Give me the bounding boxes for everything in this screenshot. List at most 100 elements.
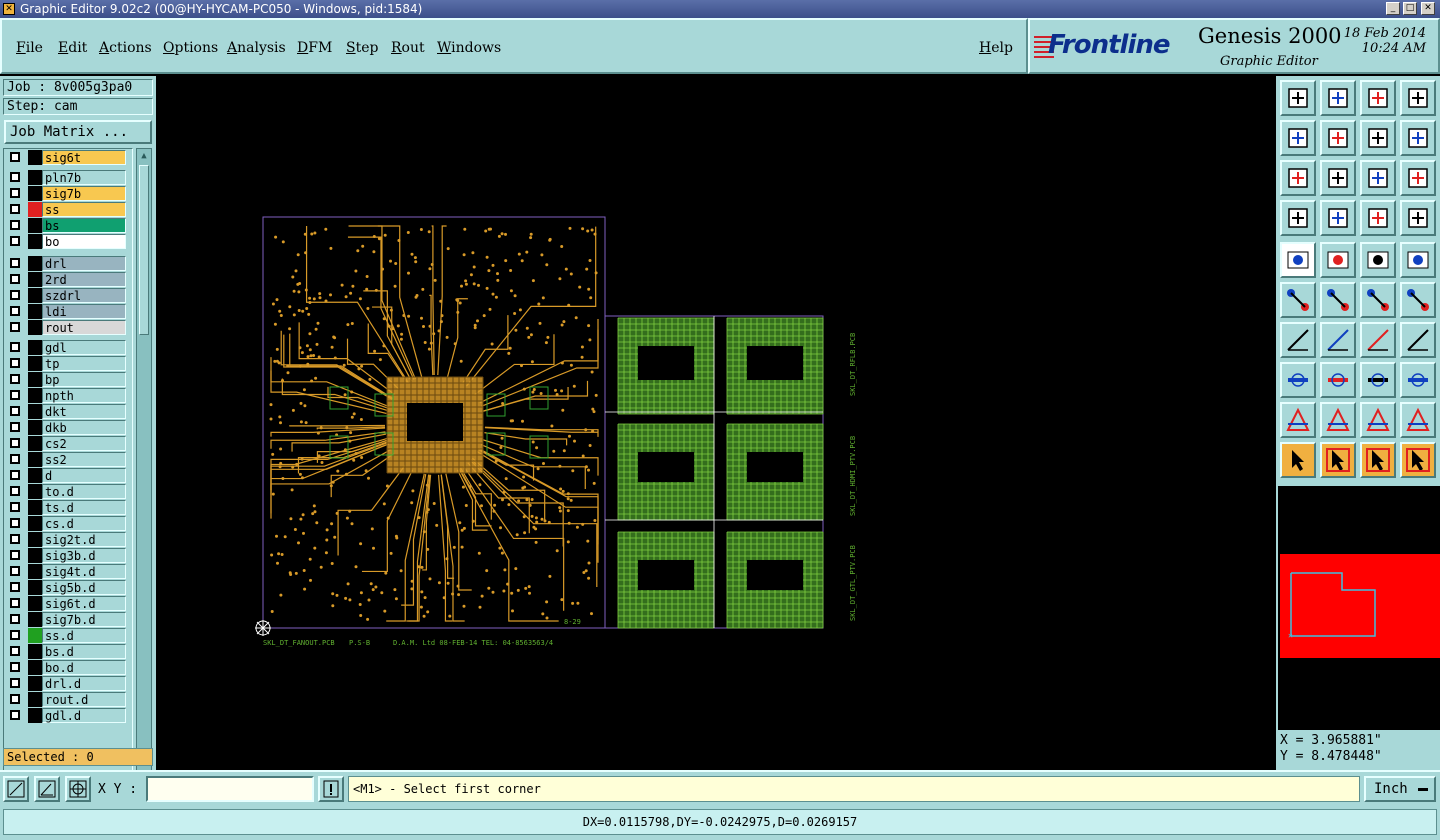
- layer-name[interactable]: bs.d: [42, 644, 126, 659]
- profile-button[interactable]: [1320, 402, 1356, 438]
- layer-color-swatch[interactable]: [28, 356, 42, 371]
- layer-color-swatch[interactable]: [28, 218, 42, 233]
- layer-row-gdl-d[interactable]: gdl.d: [4, 708, 132, 723]
- layer-color-swatch[interactable]: [28, 676, 42, 691]
- add-pad-button[interactable]: [1280, 362, 1316, 398]
- layer-name[interactable]: dkt: [42, 404, 126, 419]
- layer-color-swatch[interactable]: [28, 548, 42, 563]
- layer-name[interactable]: d: [42, 468, 126, 483]
- home-button[interactable]: [1360, 80, 1396, 116]
- graphic-canvas[interactable]: 8-29 SKL_DT_RFLB.PCB SKL_DT_HDMI_PTV.PCB…: [156, 76, 1276, 770]
- scroll-thumb[interactable]: [139, 165, 149, 335]
- layer-color-swatch[interactable]: [28, 516, 42, 531]
- layer-color-swatch[interactable]: [28, 150, 42, 165]
- pcb-drawing[interactable]: 8-29 SKL_DT_RFLB.PCB SKL_DT_HDMI_PTV.PCB…: [156, 76, 1276, 770]
- layer-row-bo-d[interactable]: bo.d: [4, 660, 132, 675]
- layer-checkbox[interactable]: [10, 438, 20, 448]
- layer-checkbox[interactable]: [10, 614, 20, 624]
- layer-color-swatch[interactable]: [28, 436, 42, 451]
- layer-name[interactable]: gdl.d: [42, 708, 126, 723]
- layer-row-sig7b[interactable]: sig7b: [4, 186, 132, 201]
- layer-name[interactable]: ss2: [42, 452, 126, 467]
- layer-name[interactable]: ss: [42, 202, 126, 217]
- layer-color-swatch[interactable]: [28, 644, 42, 659]
- layer-color-swatch[interactable]: [28, 170, 42, 185]
- zoom-fit-button[interactable]: [1280, 160, 1316, 196]
- layer-row-sig2t-d[interactable]: sig2t.d: [4, 532, 132, 547]
- layer-color-swatch[interactable]: [28, 420, 42, 435]
- layer-color-swatch[interactable]: [28, 580, 42, 595]
- layer-color-swatch[interactable]: [28, 468, 42, 483]
- layer-color-swatch[interactable]: [28, 288, 42, 303]
- layer-row-gdl[interactable]: gdl: [4, 340, 132, 355]
- layer-row-bs[interactable]: bs: [4, 218, 132, 233]
- scroll-up-icon[interactable]: ▲: [139, 151, 149, 161]
- select-net-button[interactable]: [1400, 442, 1436, 478]
- menu-windows[interactable]: Windows: [437, 40, 501, 56]
- layer-color-swatch[interactable]: [28, 484, 42, 499]
- delete-node-button[interactable]: [1320, 282, 1356, 318]
- layer-list-scrollbar[interactable]: ▲ ▼: [136, 148, 152, 816]
- layer-checkbox[interactable]: [10, 630, 20, 640]
- layer-row-pln7b[interactable]: pln7b: [4, 170, 132, 185]
- layer-row-dkt[interactable]: dkt: [4, 404, 132, 419]
- grid-view-button[interactable]: [1320, 200, 1356, 236]
- layer-name[interactable]: sig7b: [42, 186, 126, 201]
- layer-name[interactable]: ts.d: [42, 500, 126, 515]
- dimension-button[interactable]: [1360, 362, 1396, 398]
- pan-left-button[interactable]: [1280, 120, 1316, 156]
- line-draw-button[interactable]: [1280, 322, 1316, 358]
- layer-name[interactable]: bo: [42, 234, 126, 249]
- measure-button[interactable]: [1280, 200, 1316, 236]
- layer-name[interactable]: szdrl: [42, 288, 126, 303]
- layer-name[interactable]: sig6t: [42, 150, 126, 165]
- layer-name[interactable]: sig5b.d: [42, 580, 126, 595]
- layer-color-swatch[interactable]: [28, 708, 42, 723]
- layer-checkbox[interactable]: [10, 454, 20, 464]
- layer-color-swatch[interactable]: [28, 692, 42, 707]
- layer-checkbox[interactable]: [10, 152, 20, 162]
- layer-checkbox[interactable]: [10, 358, 20, 368]
- layer-checkbox[interactable]: [10, 550, 20, 560]
- layer-checkbox[interactable]: [10, 646, 20, 656]
- select-pointer-button[interactable]: [1280, 442, 1316, 478]
- layer-color-swatch[interactable]: [28, 340, 42, 355]
- outline-button[interactable]: [1320, 242, 1356, 278]
- layer-row-sig6t[interactable]: sig6t: [4, 150, 132, 165]
- layer-name[interactable]: bs: [42, 218, 126, 233]
- menu-file[interactable]: File: [16, 40, 43, 56]
- menu-analysis[interactable]: Analysis: [227, 40, 286, 56]
- zoom-ratio-button[interactable]: [1360, 160, 1396, 196]
- layer-name[interactable]: dkb: [42, 420, 126, 435]
- layer-checkbox[interactable]: [10, 172, 20, 182]
- xy-input[interactable]: [146, 776, 314, 802]
- layer-row-drl[interactable]: drl: [4, 256, 132, 271]
- group-button[interactable]: [1400, 362, 1436, 398]
- cross-section-button[interactable]: [1400, 402, 1436, 438]
- layer-name[interactable]: pln7b: [42, 170, 126, 185]
- layer-checkbox[interactable]: [10, 390, 20, 400]
- layer-name[interactable]: npth: [42, 388, 126, 403]
- layer-name[interactable]: ss.d: [42, 628, 126, 643]
- layer-checkbox[interactable]: [10, 582, 20, 592]
- layer-color-swatch[interactable]: [28, 202, 42, 217]
- layer-checkbox[interactable]: [10, 306, 20, 316]
- layer-checkbox[interactable]: [10, 236, 20, 246]
- layer-row-to-d[interactable]: to.d: [4, 484, 132, 499]
- layer-checkbox[interactable]: [10, 662, 20, 672]
- menu-rout[interactable]: Rout: [391, 40, 425, 56]
- undo-view-button[interactable]: [1360, 120, 1396, 156]
- layer-color-swatch[interactable]: [28, 256, 42, 271]
- layer-color-swatch[interactable]: [28, 404, 42, 419]
- layer-row-rout[interactable]: rout: [4, 320, 132, 335]
- step-up-button[interactable]: [1280, 80, 1316, 116]
- layer-name[interactable]: bo.d: [42, 660, 126, 675]
- layer-color-swatch[interactable]: [28, 372, 42, 387]
- layer-row-ldi[interactable]: ldi: [4, 304, 132, 319]
- net-select-button[interactable]: [1280, 282, 1316, 318]
- menu-options[interactable]: Options: [163, 40, 218, 56]
- alert-button[interactable]: [318, 776, 344, 802]
- layer-color-swatch[interactable]: [28, 320, 42, 335]
- layer-color-swatch[interactable]: [28, 628, 42, 643]
- move-node-button[interactable]: [1400, 282, 1436, 318]
